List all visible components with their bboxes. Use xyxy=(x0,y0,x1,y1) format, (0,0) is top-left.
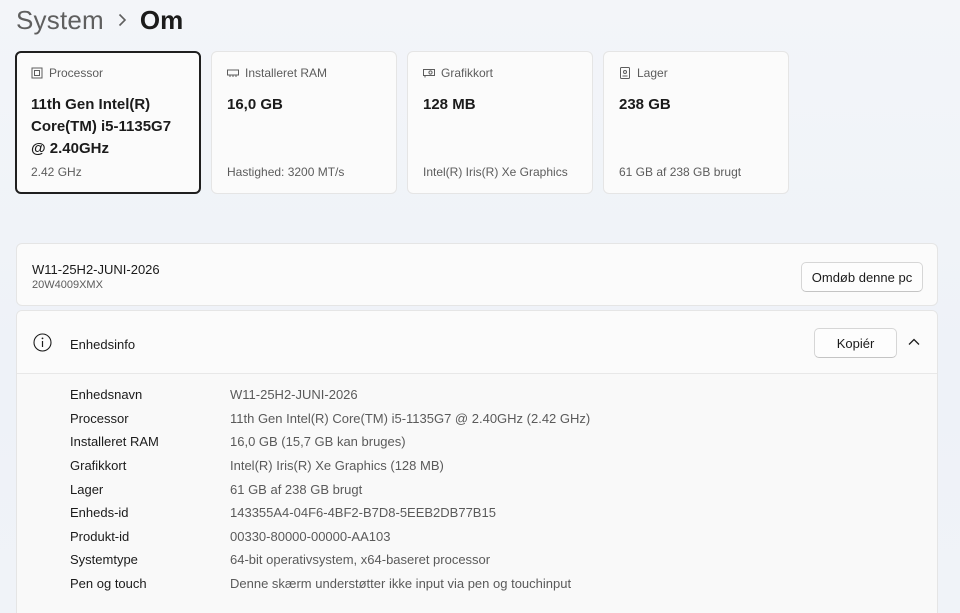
card-sub: Intel(R) Iris(R) Xe Graphics xyxy=(423,165,568,179)
spec-value: 143355A4-04F6-4BF2-B7D8-5EEB2DB77B15 xyxy=(230,505,496,521)
spec-value: Denne skærm understøtter ikke input via … xyxy=(230,576,572,592)
card-label: Lager xyxy=(637,66,668,80)
spec-value: 61 GB af 238 GB brugt xyxy=(230,481,363,497)
cpu-icon xyxy=(31,67,43,79)
card-label: Grafikkort xyxy=(441,66,494,80)
spec-cards: Processor 11th Gen Intel(R) Core(TM) i5-… xyxy=(15,51,799,194)
device-info-title: Enhedsinfo xyxy=(70,337,136,352)
card-value: 128 MB xyxy=(423,96,476,113)
card-label: Processor xyxy=(49,66,104,80)
pc-name: W11-25H2-JUNI-2026 xyxy=(32,262,160,277)
spec-key: Enheds-id xyxy=(70,505,129,521)
spec-row: Enhedsnavn W11-25H2-JUNI-2026 xyxy=(70,383,590,407)
spec-value: W11-25H2-JUNI-2026 xyxy=(230,387,358,403)
card-ram[interactable]: Installeret RAM 16,0 GB Hastighed: 3200 … xyxy=(211,51,397,194)
ram-icon xyxy=(227,67,239,79)
device-spec-list: Enhedsnavn W11-25H2-JUNI-2026 Processor 11… xyxy=(70,383,590,595)
card-sub: 2.42 GHz xyxy=(31,165,82,179)
card-label: Installeret RAM xyxy=(245,66,328,80)
pc-name-panel: W11-25H2-JUNI-2026 20W4009XMX Omdøb denn… xyxy=(16,243,938,306)
page-title: Om xyxy=(139,4,184,35)
card-sub: Hastighed: 3200 MT/s xyxy=(227,165,345,179)
spec-key: Installeret RAM xyxy=(70,434,159,450)
spec-value: Intel(R) Iris(R) Xe Graphics (128 MB) xyxy=(230,458,444,474)
spec-key: Lager xyxy=(70,481,104,497)
breadcrumb-parent[interactable]: System xyxy=(16,5,104,36)
spec-key: Systemtype xyxy=(70,552,138,568)
spec-row: Grafikkort Intel(R) Iris(R) Xe Graphics (… xyxy=(70,454,590,478)
copy-button[interactable]: Kopiér xyxy=(814,328,897,358)
spec-key: Enhedsnavn xyxy=(70,387,143,403)
device-info-header[interactable]: Enhedsinfo Kopiér xyxy=(17,311,937,374)
spec-row: Enheds-id 143355A4-04F6-4BF2-B7D8-5EEB2DB… xyxy=(70,501,590,525)
spec-value: 64-bit operativsystem, x64-baseret proce… xyxy=(230,552,491,568)
spec-row: Installeret RAM 16,0 GB (15,7 GB kan brug… xyxy=(70,430,590,454)
rename-pc-button[interactable]: Omdøb denne pc xyxy=(801,262,923,292)
spec-key: Grafikkort xyxy=(70,458,127,474)
card-processor[interactable]: Processor 11th Gen Intel(R) Core(TM) i5-… xyxy=(15,51,201,194)
spec-row: Processor 11th Gen Intel(R) Core(TM) i5-1… xyxy=(70,407,590,431)
card-gpu[interactable]: Grafikkort 128 MB Intel(R) Iris(R) Xe Gr… xyxy=(407,51,593,194)
card-sub: 61 GB af 238 GB brugt xyxy=(619,165,742,179)
chevron-up-icon[interactable] xyxy=(907,336,921,348)
card-value: 11th Gen Intel(R) Core(TM) i5-1135G7 @ 2… xyxy=(31,96,172,157)
gpu-icon xyxy=(423,67,435,79)
info-icon xyxy=(33,333,52,357)
spec-key: Produkt-id xyxy=(70,528,130,544)
spec-key: Pen og touch xyxy=(70,576,147,592)
spec-key: Processor xyxy=(70,410,129,426)
card-storage[interactable]: Lager 238 GB 61 GB af 238 GB brugt xyxy=(603,51,789,194)
spec-value: 16,0 GB (15,7 GB kan bruges) xyxy=(230,434,406,450)
breadcrumb: System Om xyxy=(16,2,183,38)
pc-model: 20W4009XMX xyxy=(32,279,103,291)
spec-value: 00330-80000-00000-AA103 xyxy=(230,528,391,544)
chevron-right-icon xyxy=(118,13,127,27)
spec-row: Produkt-id 00330-80000-00000-AA103 xyxy=(70,525,590,549)
spec-row: Lager 61 GB af 238 GB brugt xyxy=(70,477,590,501)
card-value: 238 GB xyxy=(619,96,671,113)
storage-icon xyxy=(619,67,631,79)
spec-row: Pen og touch Denne skærm understøtter ikk… xyxy=(70,572,590,596)
spec-value: 11th Gen Intel(R) Core(TM) i5-1135G7 @ 2… xyxy=(230,410,591,426)
device-info-panel: Enhedsinfo Kopiér Enhedsnavn W11-25H2-JUN… xyxy=(16,310,938,613)
spec-row: Systemtype 64-bit operativsystem, x64-bas… xyxy=(70,548,590,572)
card-value: 16,0 GB xyxy=(227,96,283,113)
